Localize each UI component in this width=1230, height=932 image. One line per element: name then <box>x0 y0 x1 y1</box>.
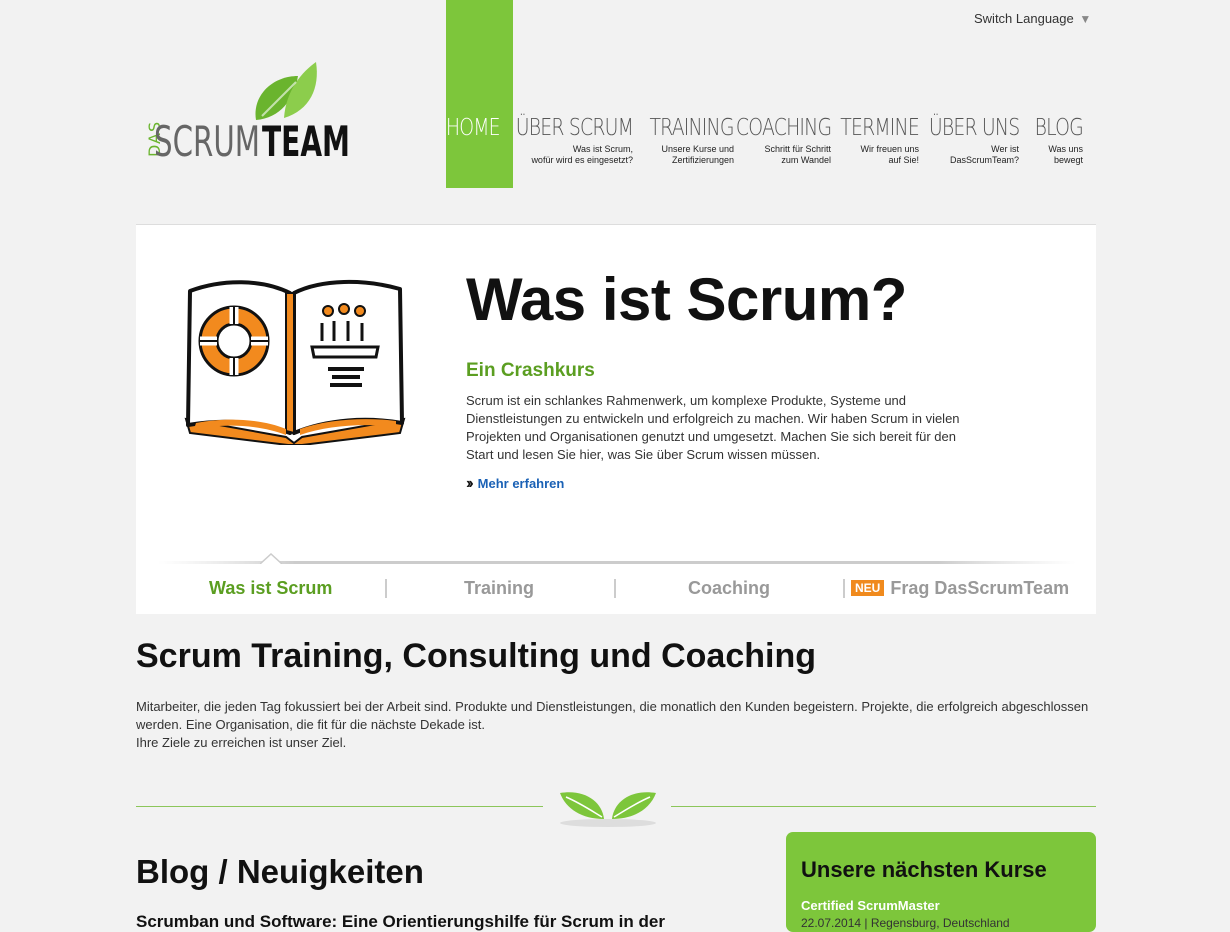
nav-item-subtitle: Schritt für Schritt <box>764 144 831 154</box>
tab-separator <box>614 579 616 598</box>
blog-post-title[interactable]: Scrumban und Software: Eine Orientierung… <box>136 912 665 932</box>
tab-separator <box>843 579 845 598</box>
nav-item-coaching[interactable]: COACHING Schritt für Schritt zum Wandel <box>715 115 832 166</box>
logo[interactable]: DAS SCRUM TEAM <box>134 58 354 162</box>
nav-item-title: TERMINE <box>840 115 919 141</box>
switch-language-label: Switch Language <box>974 11 1074 26</box>
switch-language-dropdown[interactable]: Switch Language ▼ <box>974 11 1091 26</box>
double-chevron-right-icon: ›› <box>466 475 473 492</box>
nav-item-title: ÜBER SCRUM <box>515 115 634 141</box>
hero-title: Was ist Scrum? <box>466 266 907 333</box>
nav-item-title: BLOG <box>1034 115 1084 141</box>
courses-panel: Unsere nächsten Kurse Certified ScrumMas… <box>786 832 1096 932</box>
course-item-link[interactable]: Certified ScrumMaster <box>801 898 940 913</box>
neu-badge: NEU <box>851 580 885 596</box>
hero-text: Scrum ist ein schlankes Rahmenwerk, um k… <box>466 393 960 462</box>
mehr-erfahren-link[interactable]: ›› Mehr erfahren <box>466 475 564 493</box>
tab-active-marker <box>260 553 282 564</box>
nav-item-subtitle: bewegt <box>1053 155 1083 165</box>
nav-item-subtitle: wofür wird es eingesetzt? <box>531 155 633 165</box>
blog-title: Blog / Neuigkeiten <box>136 853 424 890</box>
tab-divider-line <box>158 561 1076 564</box>
intro-text: Mitarbeiter, die jeden Tag fokussiert be… <box>136 698 1096 752</box>
leaves-icon <box>560 792 656 827</box>
tab-frag-dasscrumteam[interactable]: NEU Frag DasScrumTeam <box>851 578 1069 599</box>
nav-item-termine[interactable]: TERMINE Wir freuen uns auf Sie! <box>823 115 919 166</box>
nav-item-title: COACHING <box>735 115 832 141</box>
nav-item-blog[interactable]: BLOG Was uns bewegt <box>1024 115 1084 166</box>
intro-line: Mitarbeiter, die jeden Tag fokussiert be… <box>136 699 1089 732</box>
tab-label: Frag DasScrumTeam <box>890 578 1070 598</box>
nav-item-subtitle: Was uns <box>1048 144 1083 154</box>
courses-title: Unsere nächsten Kurse <box>801 857 1047 882</box>
tab-was-ist-scrum[interactable]: Was ist Scrum <box>209 578 332 599</box>
tab-training[interactable]: Training <box>464 578 534 599</box>
intro-title: Scrum Training, Consulting und Coaching <box>136 637 816 675</box>
chevron-down-icon: ▼ <box>1079 12 1092 26</box>
mehr-erfahren-label: Mehr erfahren <box>477 476 565 491</box>
tab-separator <box>385 579 387 598</box>
nav-item-subtitle: DasScrumTeam? <box>949 155 1019 165</box>
hero-panel: Was ist Scrum? Ein Crashkurs Scrum ist e… <box>136 224 1096 614</box>
tab-coaching[interactable]: Coaching <box>688 578 770 599</box>
nav-item-ueber-scrum[interactable]: ÜBER SCRUM Was ist Scrum, wofür wird es e… <box>490 115 634 166</box>
course-item-meta: 22.07.2014 | Regensburg, Deutschland <box>801 916 1010 930</box>
logo-scrum: SCRUM <box>154 117 260 162</box>
nav-item-subtitle: Wer ist <box>991 144 1019 154</box>
logo-team: TEAM <box>262 117 350 162</box>
intro-line: Ihre Ziele zu erreichen ist unser Ziel. <box>136 735 347 750</box>
book-illustration <box>184 279 406 445</box>
nav-item-title: ÜBER UNS <box>928 115 1020 141</box>
nav-item-ueber-uns[interactable]: ÜBER UNS Wer ist DasScrumTeam? <box>909 115 1020 166</box>
hero-subtitle: Ein Crashkurs <box>466 360 595 381</box>
divider-line-right <box>671 806 1096 807</box>
divider-line-left <box>136 806 543 807</box>
nav-item-subtitle: Was ist Scrum, <box>572 144 633 154</box>
